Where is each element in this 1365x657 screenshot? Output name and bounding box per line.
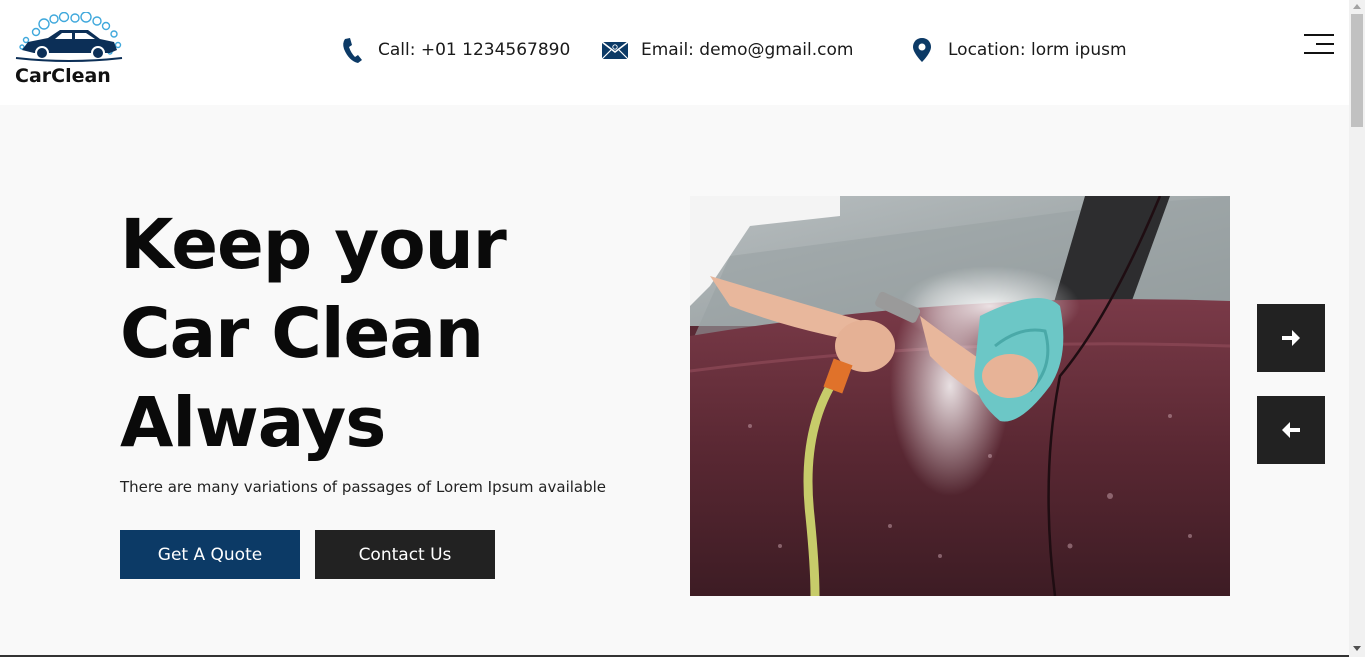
- hamburger-menu-icon[interactable]: [1304, 34, 1334, 56]
- arrow-left-icon: [1282, 422, 1300, 438]
- hero-car-wash-image: [690, 196, 1230, 596]
- hero-title-line-2: Car Clean: [120, 294, 484, 374]
- contact-email[interactable]: Email: demo@gmail.com: [601, 36, 853, 64]
- brand-name: CarClean: [15, 65, 111, 87]
- hero-title: Keep your Car Clean Always: [120, 201, 640, 468]
- brand-logo[interactable]: CarClean: [14, 12, 124, 92]
- car-wash-logo-icon: [15, 12, 123, 62]
- menu-bar-middle: [1316, 43, 1334, 45]
- scroll-up-icon[interactable]: [1353, 4, 1361, 9]
- email-icon: [601, 36, 629, 64]
- hero-title-line-3: Always: [120, 383, 386, 463]
- menu-bar-bottom: [1304, 52, 1334, 54]
- scroll-down-icon[interactable]: [1353, 646, 1361, 651]
- vertical-scrollbar[interactable]: [1349, 0, 1365, 657]
- slider-prev-button[interactable]: [1257, 396, 1325, 464]
- get-quote-button[interactable]: Get A Quote: [120, 530, 300, 579]
- contact-call-label: Call: +01 1234567890: [378, 40, 571, 60]
- car-wash-photo: [690, 196, 1230, 596]
- phone-icon: [338, 36, 366, 64]
- site-header: CarClean Call: +01 1234567890 Email: dem…: [0, 0, 1349, 105]
- contact-location-label: Location: lorm ipusm: [948, 40, 1127, 60]
- hero-title-line-1: Keep your: [120, 205, 507, 285]
- contact-call[interactable]: Call: +01 1234567890: [338, 36, 570, 64]
- slider-next-button[interactable]: [1257, 304, 1325, 372]
- hero-subtitle: There are many variations of passages of…: [120, 478, 607, 496]
- location-icon: [908, 36, 936, 64]
- menu-bar-top: [1304, 34, 1334, 36]
- contact-location[interactable]: Location: lorm ipusm: [908, 36, 1127, 64]
- scroll-thumb[interactable]: [1351, 14, 1363, 127]
- contact-email-label: Email: demo@gmail.com: [641, 40, 854, 60]
- page: CarClean Call: +01 1234567890 Email: dem…: [0, 0, 1365, 657]
- contact-us-button[interactable]: Contact Us: [315, 530, 495, 579]
- hero-section: Keep your Car Clean Always There are man…: [0, 105, 1349, 657]
- arrow-right-icon: [1282, 330, 1300, 346]
